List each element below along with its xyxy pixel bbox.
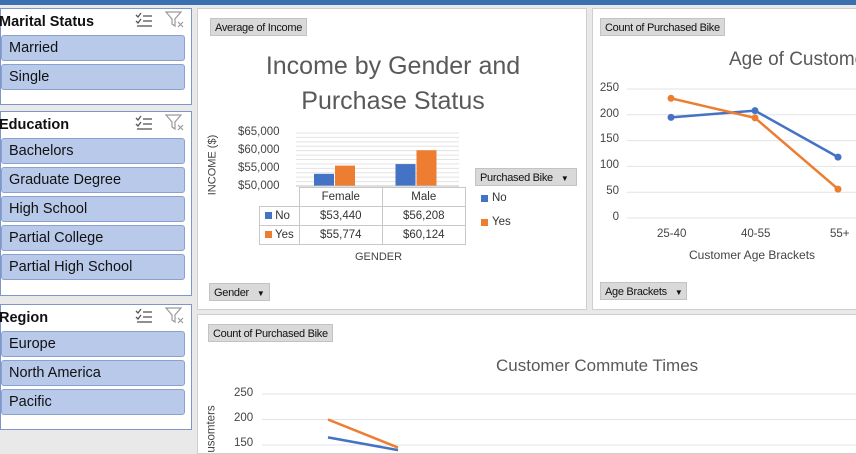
bar-no-male [395, 164, 416, 186]
data-table: Female Male No $53,440 $56,208 Yes $55,7… [259, 187, 466, 245]
legend-field-button[interactable]: Purchased Bike ▼ [475, 168, 577, 186]
slicer-item-bachelors[interactable]: Bachelors [1, 138, 185, 164]
slicer-title: Marital Status [0, 14, 95, 30]
legend-label: No [492, 192, 507, 204]
legend-swatch [481, 194, 488, 202]
legend-label: Yes [492, 216, 511, 228]
slicer-item-pacific[interactable]: Pacific [1, 389, 185, 415]
slicer-header: Education [0, 112, 191, 138]
point-yes-40-55 [751, 114, 759, 122]
slicer-item-europe[interactable]: Europe [1, 331, 185, 357]
slicer-title: Region [0, 310, 49, 326]
slicer-item-high-school[interactable]: High School [1, 196, 185, 222]
age-chart-panel[interactable]: Count of Purchased Bike Age of Custome 2… [592, 8, 856, 310]
commute-line-plot [262, 393, 856, 452]
legend-field-label: Purchased Bike [480, 172, 553, 184]
point-yes-25-40 [667, 94, 675, 102]
axis-field-button[interactable]: Gender ▼ [209, 283, 270, 301]
point-no-40-55 [751, 107, 759, 115]
slicer-item-graduate-degree[interactable]: Graduate Degree [1, 167, 185, 193]
x-axis-title: GENDER [355, 251, 403, 263]
bar-no-female [314, 173, 334, 186]
clear-filter-icon[interactable] [164, 113, 185, 137]
commute-chart-panel[interactable]: Count of Purchased Bike Customer Commute… [197, 314, 856, 454]
multi-select-icon[interactable] [135, 115, 153, 136]
table-cell: $53,440 [298, 206, 383, 226]
slicer-header: Region [0, 305, 191, 331]
table-row-label: Yes [275, 229, 294, 241]
table-cell: $55,774 [298, 225, 383, 245]
slicer-item-partial-high-school[interactable]: Partial High School [1, 254, 185, 280]
income-chart-panel[interactable]: Average of Income Income by Gender and P… [197, 8, 587, 310]
slicer-header: Marital Status [0, 9, 191, 35]
slicer-item-partial-college[interactable]: Partial College [1, 225, 185, 251]
age-line-plot [627, 88, 856, 219]
slicer-item-married[interactable]: Married [1, 35, 185, 61]
point-no-55+ [834, 153, 842, 161]
slicer-title: Education [0, 117, 70, 133]
table-row-label: No [275, 210, 290, 222]
legend-swatch [481, 218, 488, 226]
axis-field-button[interactable]: Age Brackets ▼ [600, 282, 688, 300]
bar-yes-male [416, 150, 437, 186]
legend-item-no: No [481, 192, 507, 204]
axis-field-label: Gender [214, 287, 249, 299]
x-axis-title: Customer Age Brackets [689, 248, 816, 262]
slicer-region: Region Europe North America Pacific [0, 304, 192, 430]
table-header-male: Male [381, 187, 466, 207]
axis-field-label: Age Brackets [605, 286, 667, 298]
bar-yes-female [335, 165, 355, 186]
dropdown-arrow-icon: ▼ [256, 289, 265, 298]
point-yes-55+ [834, 185, 842, 193]
slicer-item-single[interactable]: Single [1, 64, 185, 90]
legend-key-no [265, 212, 272, 219]
x-tick-label: 55+ [830, 228, 850, 240]
income-bar-plot [296, 132, 459, 187]
point-no-25-40 [667, 113, 675, 121]
x-tick-label: 25-40 [657, 228, 687, 240]
multi-select-icon[interactable] [135, 308, 153, 329]
dropdown-arrow-icon: ▼ [560, 174, 569, 183]
table-cell: $56,208 [381, 206, 466, 226]
clear-filter-icon[interactable] [164, 306, 185, 330]
x-tick-label: 40-55 [741, 228, 771, 240]
table-header-female: Female [298, 187, 383, 207]
legend-key-yes [265, 231, 272, 238]
table-cell: $60,124 [381, 225, 466, 245]
dropdown-arrow-icon: ▼ [674, 288, 683, 297]
clear-filter-icon[interactable] [164, 10, 185, 34]
slicer-item-north-america[interactable]: North America [1, 360, 185, 386]
legend-item-yes: Yes [481, 216, 511, 228]
multi-select-icon[interactable] [135, 12, 153, 33]
slicer-marital-status: Marital Status Married Single [0, 8, 192, 105]
top-accent-bar [0, 0, 856, 5]
slicer-education: Education Bachelors Graduate Degree High… [0, 111, 192, 296]
